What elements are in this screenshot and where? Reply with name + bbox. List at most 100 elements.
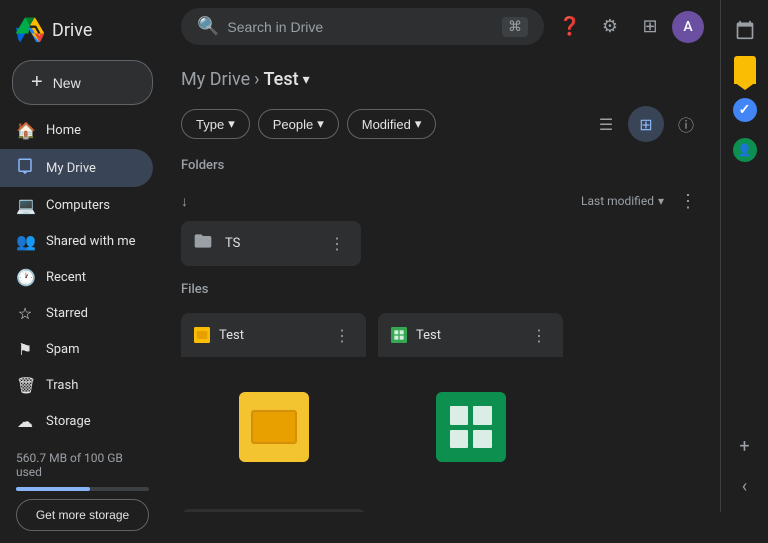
settings-icon[interactable]: ⚙: [592, 9, 628, 45]
folder-name-ts: TS: [225, 236, 240, 251]
file-title-sheets: Test: [390, 326, 441, 344]
sort-down-icon: ↓: [181, 193, 188, 210]
sidebar: Drive + New 🏠 Home My Drive 💻 Computers …: [0, 0, 165, 512]
search-input[interactable]: [227, 19, 494, 35]
filter-type-label: Type: [196, 117, 224, 132]
file-card-slides[interactable]: Test ⋮: [181, 313, 366, 497]
starred-icon: ☆: [16, 304, 34, 323]
apps-icon[interactable]: ⊞: [632, 9, 668, 45]
sidebar-label-shared: Shared with me: [46, 234, 136, 249]
topbar-icons: ❓ ⚙ ⊞ A: [552, 9, 704, 45]
app-header: Drive: [0, 8, 165, 60]
sort-button[interactable]: Last modified ▾: [581, 194, 664, 208]
sidebar-item-starred[interactable]: ☆ Starred: [0, 296, 153, 331]
sidebar-item-storage[interactable]: ☁ Storage: [0, 404, 153, 439]
folder-icon: [193, 231, 213, 256]
filter-people-arrow: ▾: [317, 116, 324, 132]
app-title: Drive: [52, 20, 92, 41]
filters: Type ▾ People ▾ Modified ▾: [181, 109, 436, 139]
grid-view-button[interactable]: ⊞: [628, 106, 664, 142]
sidebar-label-trash: Trash: [46, 378, 78, 393]
file-card-header-sheets: Test ⋮: [378, 313, 563, 357]
calendar-icon-button[interactable]: [727, 12, 763, 48]
folders-row: TS ⋮: [181, 221, 704, 266]
content-area: My Drive › Test ▾ Type ▾ People ▾ Modifi…: [165, 53, 720, 512]
sidebar-item-recent[interactable]: 🕐 Recent: [0, 260, 153, 295]
sidebar-label-starred: Starred: [46, 306, 88, 321]
sheets-type-icon: [390, 326, 408, 344]
keep-icon-button[interactable]: [727, 52, 763, 88]
sidebar-item-computers[interactable]: 💻 Computers: [0, 188, 153, 223]
search-icon: 🔍: [197, 16, 219, 37]
breadcrumb: My Drive › Test ▾: [181, 61, 704, 98]
info-button[interactable]: ⓘ: [668, 106, 704, 142]
new-button-label: New: [53, 75, 81, 91]
file-name-sheets: Test: [416, 328, 441, 343]
computers-icon: 💻: [16, 196, 34, 215]
sort-label: Last modified: [581, 194, 654, 208]
slides-more-icon[interactable]: ⋮: [330, 323, 354, 347]
file-preview-sheets: [378, 357, 563, 497]
sidebar-label-recent: Recent: [46, 270, 86, 285]
help-icon[interactable]: ❓: [552, 9, 588, 45]
home-icon: 🏠: [16, 121, 34, 140]
filter-type-arrow: ▾: [228, 116, 235, 132]
filter-modified-label: Modified: [362, 117, 411, 132]
filter-type-button[interactable]: Type ▾: [181, 109, 250, 139]
sidebar-item-home[interactable]: 🏠 Home: [0, 113, 153, 148]
folder-item-ts[interactable]: TS ⋮: [181, 221, 361, 266]
new-button[interactable]: + New: [12, 60, 153, 105]
sidebar-label-computers: Computers: [46, 198, 110, 213]
keyboard-shortcut-icon: ⌘: [502, 17, 528, 37]
avatar[interactable]: A: [672, 11, 704, 43]
contacts-icon-button[interactable]: 👤: [727, 132, 763, 168]
storage-icon: ☁: [16, 412, 34, 431]
sidebar-label-home: Home: [46, 123, 81, 138]
storage-section: 560.7 MB of 100 GB used Get more storage: [0, 439, 165, 543]
get-storage-button[interactable]: Get more storage: [16, 499, 149, 531]
slides-type-icon: [193, 326, 211, 344]
filter-people-label: People: [273, 117, 313, 132]
sidebar-nav: 🏠 Home My Drive 💻 Computers 👥 Shared wit…: [0, 113, 165, 439]
tasks-icon-button[interactable]: ✓: [727, 92, 763, 128]
view-toggle: ☰ ⊞ ⓘ: [588, 106, 704, 142]
file-name-slides: Test: [219, 328, 244, 343]
folder-more-icon[interactable]: ⋮: [325, 232, 349, 256]
sheets-preview-icon: [436, 392, 506, 462]
breadcrumb-current[interactable]: Test ▾: [264, 69, 310, 90]
shared-icon: 👥: [16, 232, 34, 251]
breadcrumb-current-label: Test: [264, 69, 299, 90]
topbar: 🔍 ⌘ ❓ ⚙ ⊞ A: [165, 0, 720, 53]
search-bar[interactable]: 🔍 ⌘: [181, 8, 544, 45]
folder-left: TS: [193, 231, 240, 256]
file-preview-slides: [181, 357, 366, 497]
files-section-header: Files: [181, 274, 704, 305]
filter-people-button[interactable]: People ▾: [258, 109, 339, 139]
breadcrumb-separator: ›: [254, 69, 259, 90]
sidebar-label-storage: Storage: [46, 414, 91, 429]
sidebar-item-trash[interactable]: 🗑 Trash: [0, 368, 153, 403]
filter-modified-button[interactable]: Modified ▾: [347, 109, 437, 139]
breadcrumb-root[interactable]: My Drive: [181, 69, 250, 90]
file-card-sheets[interactable]: Test ⋮: [378, 313, 563, 497]
sidebar-item-spam[interactable]: ⚑ Spam: [0, 332, 153, 367]
sheets-more-icon[interactable]: ⋮: [527, 323, 551, 347]
spam-icon: ⚑: [16, 340, 34, 359]
storage-bar: [16, 487, 149, 491]
plus-icon: +: [31, 71, 43, 94]
storage-bar-fill: [16, 487, 90, 491]
add-app-icon[interactable]: +: [727, 428, 763, 464]
sidebar-item-my-drive[interactable]: My Drive: [0, 149, 153, 187]
sort-arrow: ▾: [658, 194, 664, 208]
storage-used-text: 560.7 MB of 100 GB used: [16, 451, 123, 479]
filter-modified-arrow: ▾: [415, 116, 422, 132]
list-view-button[interactable]: ☰: [588, 106, 624, 142]
more-options-icon[interactable]: ⋮: [672, 185, 704, 217]
folders-section-header: Folders: [181, 150, 704, 181]
main-area: 🔍 ⌘ ❓ ⚙ ⊞ A My Drive › Test ▾ Type: [165, 0, 720, 512]
sidebar-item-shared[interactable]: 👥 Shared with me: [0, 224, 153, 259]
toolbar: Type ▾ People ▾ Modified ▾ ☰ ⊞ ⓘ: [181, 102, 704, 150]
collapse-panel-icon[interactable]: ‹: [727, 468, 763, 504]
file-title-slides: Test: [193, 326, 244, 344]
recent-icon: 🕐: [16, 268, 34, 287]
